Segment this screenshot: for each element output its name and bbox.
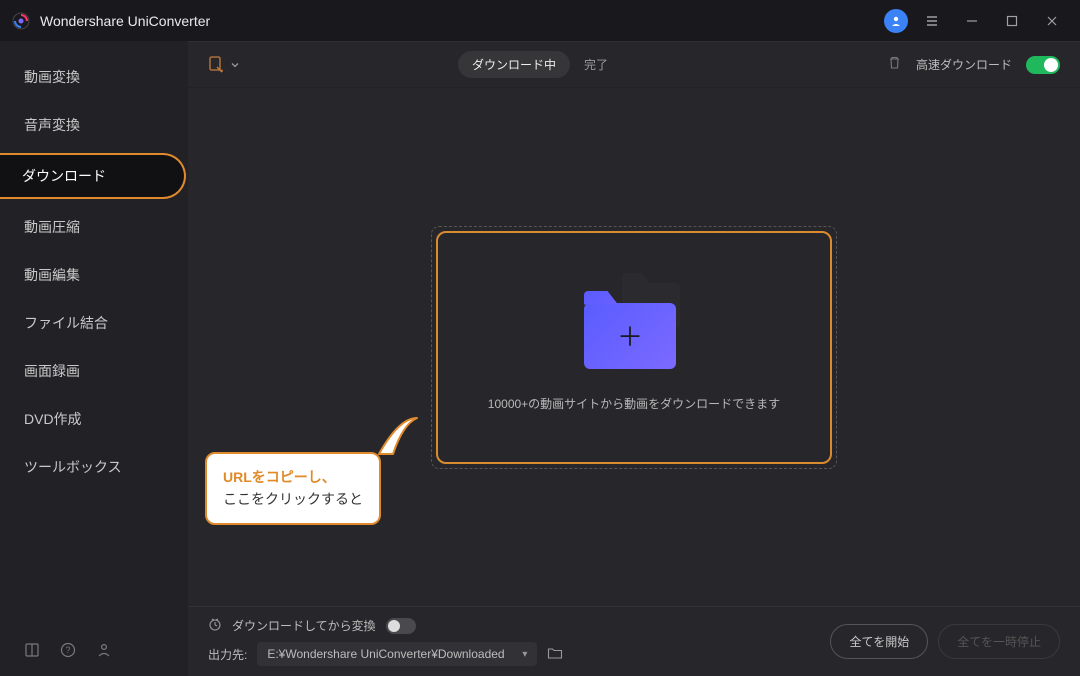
sidebar-items: 動画変換 音声変換 ダウンロード 動画圧縮 動画編集 ファイル結合 画面録画 D… — [0, 41, 188, 628]
main: 動画変換 音声変換 ダウンロード 動画圧縮 動画編集 ファイル結合 画面録画 D… — [0, 41, 1080, 676]
callout-line1: URLをコピーし、 — [223, 466, 363, 488]
close-icon[interactable] — [1036, 5, 1068, 37]
sidebar-footer: ? — [0, 628, 188, 676]
convert-after-dl-row: ダウンロードしてから変換 — [208, 617, 563, 634]
titlebar-left: Wondershare UniConverter — [12, 12, 210, 30]
bottombar-right: 全てを開始 全てを一時停止 — [830, 624, 1060, 659]
menu-icon[interactable] — [916, 5, 948, 37]
bottombar: ダウンロードしてから変換 出力先: E:¥Wondershare UniConv… — [188, 606, 1080, 676]
pause-all-button: 全てを一時停止 — [938, 624, 1060, 659]
minimize-icon[interactable] — [956, 5, 988, 37]
sidebar-item-merge[interactable]: ファイル結合 — [0, 299, 188, 347]
drop-area: ＋ 10000+の動画サイトから動画をダウンロードできます — [188, 88, 1080, 606]
sidebar-item-screen-record[interactable]: 画面録画 — [0, 347, 188, 395]
drop-description: 10000+の動画サイトから動画をダウンロードできます — [488, 395, 780, 412]
callout-line2: ここをクリックすると — [223, 488, 363, 510]
output-path-select[interactable]: E:¥Wondershare UniConverter¥Downloaded — [257, 642, 537, 666]
sidebar-item-audio-convert[interactable]: 音声変換 — [0, 101, 188, 149]
chevron-down-icon — [230, 60, 240, 70]
drop-target[interactable]: ＋ 10000+の動画サイトから動画をダウンロードできます — [436, 231, 832, 464]
toggle-knob — [1044, 58, 1058, 72]
sidebar-item-compress[interactable]: 動画圧縮 — [0, 203, 188, 251]
svg-text:?: ? — [65, 645, 70, 655]
sidebar-item-toolbox[interactable]: ツールボックス — [0, 443, 188, 491]
titlebar-right — [884, 5, 1068, 37]
app-logo-icon — [12, 12, 30, 30]
topbar-left — [208, 56, 240, 74]
sidebar-item-edit[interactable]: 動画編集 — [0, 251, 188, 299]
paste-url-button[interactable] — [208, 56, 240, 74]
add-folder-icon: ＋ — [584, 283, 684, 369]
user-account-icon[interactable] — [884, 9, 908, 33]
sidebar-item-download[interactable]: ダウンロード — [0, 153, 186, 199]
clock-icon — [208, 617, 222, 634]
open-folder-icon[interactable] — [547, 646, 563, 663]
tutorial-callout: URLをコピーし、 ここをクリックすると — [205, 452, 381, 525]
app-title: Wondershare UniConverter — [40, 13, 210, 29]
status-tabs: ダウンロード中 完了 — [458, 51, 622, 78]
tab-done[interactable]: 完了 — [570, 51, 622, 78]
maximize-icon[interactable] — [996, 5, 1028, 37]
sidebar-item-video-convert[interactable]: 動画変換 — [0, 53, 188, 101]
high-speed-toggle[interactable] — [1026, 56, 1060, 74]
sidebar-item-dvd[interactable]: DVD作成 — [0, 395, 188, 443]
output-label: 出力先: — [208, 646, 247, 663]
convert-after-dl-label: ダウンロードしてから変換 — [232, 617, 376, 634]
feedback-icon[interactable] — [96, 642, 112, 663]
output-path-select-wrap: E:¥Wondershare UniConverter¥Downloaded ▾ — [257, 642, 537, 666]
tab-downloading[interactable]: ダウンロード中 — [458, 51, 570, 78]
help-icon[interactable]: ? — [60, 642, 76, 663]
start-all-button[interactable]: 全てを開始 — [830, 624, 928, 659]
sidebar: 動画変換 音声変換 ダウンロード 動画圧縮 動画編集 ファイル結合 画面録画 D… — [0, 41, 188, 676]
content: ダウンロード中 完了 高速ダウンロード ＋ 10000+の動画サイトから動画をダ… — [188, 41, 1080, 676]
callout-box: URLをコピーし、 ここをクリックすると — [205, 452, 381, 525]
output-row: 出力先: E:¥Wondershare UniConverter¥Downloa… — [208, 642, 563, 666]
guide-icon[interactable] — [24, 642, 40, 663]
titlebar: Wondershare UniConverter — [0, 0, 1080, 41]
convert-after-dl-toggle[interactable] — [386, 618, 416, 634]
content-topbar: ダウンロード中 完了 高速ダウンロード — [188, 42, 1080, 88]
plus-icon: ＋ — [617, 317, 643, 354]
high-speed-download-label: 高速ダウンロード — [916, 56, 1012, 73]
topbar-right: 高速ダウンロード — [887, 55, 1060, 75]
toggle-knob — [388, 620, 400, 632]
trash-icon[interactable] — [887, 55, 902, 75]
drop-dashed-box: ＋ 10000+の動画サイトから動画をダウンロードできます — [431, 226, 837, 469]
bottombar-left: ダウンロードしてから変換 出力先: E:¥Wondershare UniConv… — [208, 617, 563, 666]
